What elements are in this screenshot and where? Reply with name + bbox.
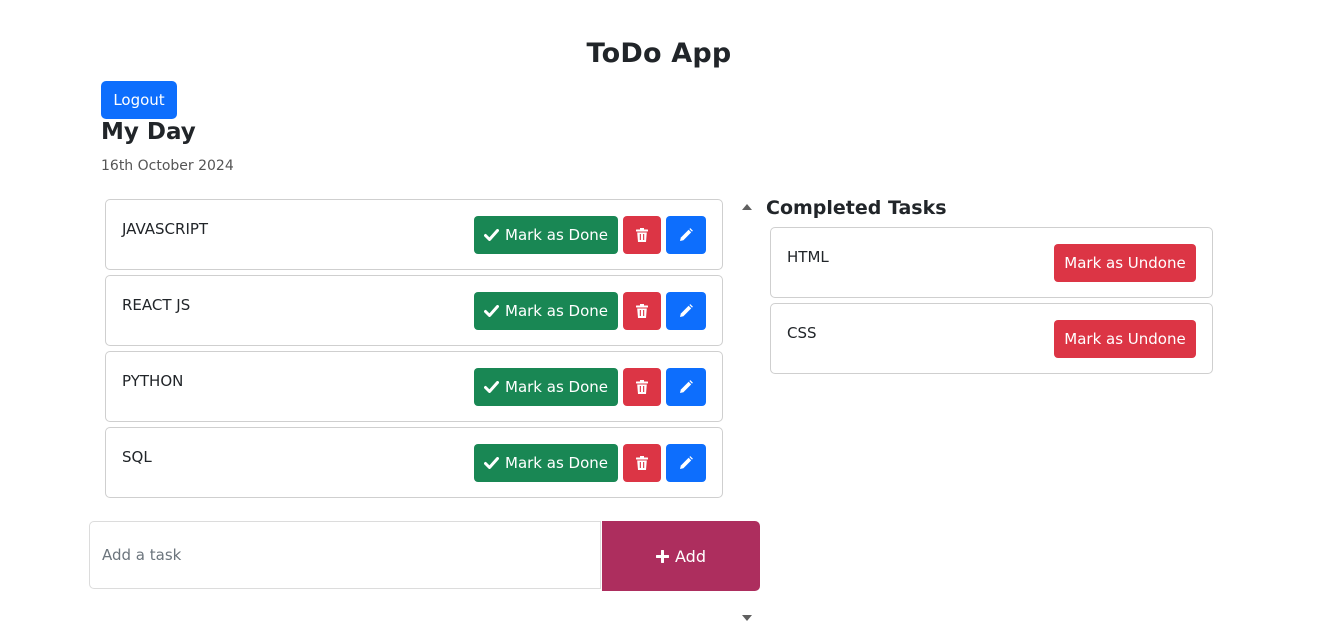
edit-task-button[interactable] <box>666 216 706 254</box>
completed-task-item: HTML Mark as Undone <box>770 227 1213 298</box>
edit-task-button[interactable] <box>666 292 706 330</box>
trash-icon <box>636 304 648 318</box>
delete-task-button[interactable] <box>623 368 661 406</box>
scroll-down-arrow-icon[interactable] <box>742 615 752 621</box>
delete-task-button[interactable] <box>623 216 661 254</box>
app-title: ToDo App <box>586 38 732 69</box>
mark-as-done-button[interactable]: Mark as Done <box>474 292 618 330</box>
logout-button[interactable]: Logout <box>101 81 177 119</box>
task-name: REACT JS <box>122 296 191 314</box>
edit-task-button[interactable] <box>666 368 706 406</box>
check-icon <box>484 229 499 241</box>
add-button-label: Add <box>675 546 706 566</box>
plus-icon <box>656 549 669 563</box>
completed-task-name: CSS <box>787 324 817 342</box>
delete-task-button[interactable] <box>623 444 661 482</box>
mark-as-done-label: Mark as Done <box>505 454 608 472</box>
mark-as-done-label: Mark as Done <box>505 378 608 396</box>
task-name: SQL <box>122 448 152 466</box>
completed-tasks-heading: Completed Tasks <box>766 197 947 219</box>
task-item: REACT JS Mark as Done <box>105 275 723 346</box>
task-item: PYTHON Mark as Done <box>105 351 723 422</box>
check-icon <box>484 305 499 317</box>
trash-icon <box>636 228 648 242</box>
pencil-icon <box>679 380 693 394</box>
task-name: PYTHON <box>122 372 184 390</box>
delete-task-button[interactable] <box>623 292 661 330</box>
task-name: JAVASCRIPT <box>122 220 209 238</box>
task-item: JAVASCRIPT Mark as Done <box>105 199 723 270</box>
task-item: SQL Mark as Done <box>105 427 723 498</box>
mark-as-done-button[interactable]: Mark as Done <box>474 368 618 406</box>
check-icon <box>484 381 499 393</box>
pencil-icon <box>679 456 693 470</box>
mark-as-done-button[interactable]: Mark as Done <box>474 444 618 482</box>
mark-as-done-label: Mark as Done <box>505 226 608 244</box>
pencil-icon <box>679 304 693 318</box>
page-title: My Day <box>101 119 196 145</box>
pencil-icon <box>679 228 693 242</box>
completed-task-name: HTML <box>787 248 829 266</box>
mark-as-undone-button[interactable]: Mark as Undone <box>1054 320 1196 358</box>
trash-icon <box>636 456 648 470</box>
edit-task-button[interactable] <box>666 444 706 482</box>
add-task-input[interactable] <box>89 521 601 589</box>
mark-as-undone-button[interactable]: Mark as Undone <box>1054 244 1196 282</box>
add-task-button[interactable]: Add <box>602 521 760 591</box>
completed-task-item: CSS Mark as Undone <box>770 303 1213 374</box>
scroll-up-arrow-icon[interactable] <box>742 204 752 210</box>
mark-as-done-button[interactable]: Mark as Done <box>474 216 618 254</box>
current-date: 16th October 2024 <box>101 158 234 174</box>
trash-icon <box>636 380 648 394</box>
check-icon <box>484 457 499 469</box>
mark-as-done-label: Mark as Done <box>505 302 608 320</box>
